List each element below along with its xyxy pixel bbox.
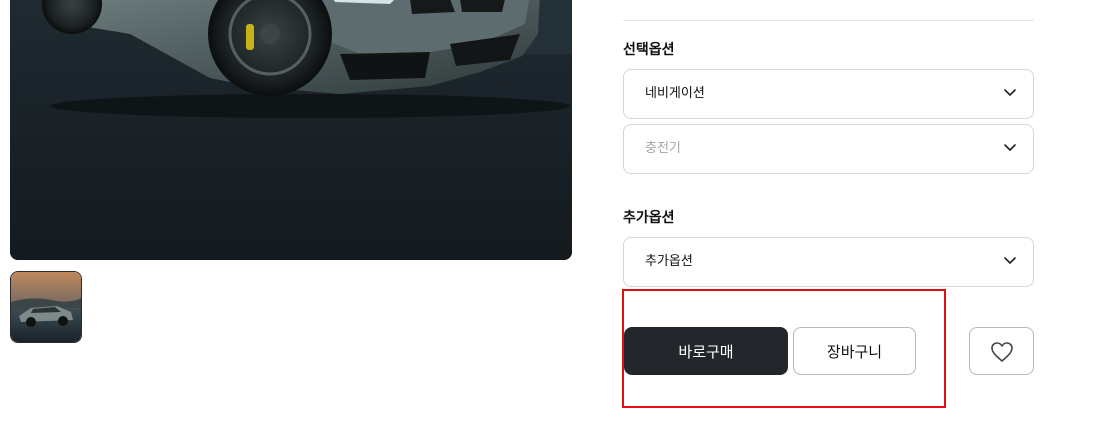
heart-icon [991,342,1013,362]
extra-option-label: 추가옵션 [623,210,675,226]
chevron-down-icon [1004,257,1016,264]
product-detail-page: 선택옵션 네비게이션 충전기 추가옵션 추가옵션 바로구매 장바구니 [0,0,1094,426]
charger-option-select[interactable]: 충전기 [623,124,1034,174]
extra-option-select[interactable]: 추가옵션 [623,237,1034,287]
buy-now-button[interactable]: 바로구매 [624,327,788,375]
select-value: 네비게이션 [645,86,705,101]
select-option-label: 선택옵션 [623,42,675,58]
select-value: 추가옵션 [645,254,693,269]
chevron-down-icon [1004,144,1016,151]
select-value: 충전기 [645,141,681,156]
car-thumbnail [11,272,81,342]
add-to-cart-button[interactable]: 장바구니 [793,327,916,375]
product-main-image [10,0,572,260]
chevron-down-icon [1004,89,1016,96]
product-thumbnail[interactable] [10,271,82,343]
divider [623,20,1034,21]
car-photo [10,0,572,260]
wishlist-button[interactable] [969,327,1034,375]
navigation-option-select[interactable]: 네비게이션 [623,69,1034,119]
